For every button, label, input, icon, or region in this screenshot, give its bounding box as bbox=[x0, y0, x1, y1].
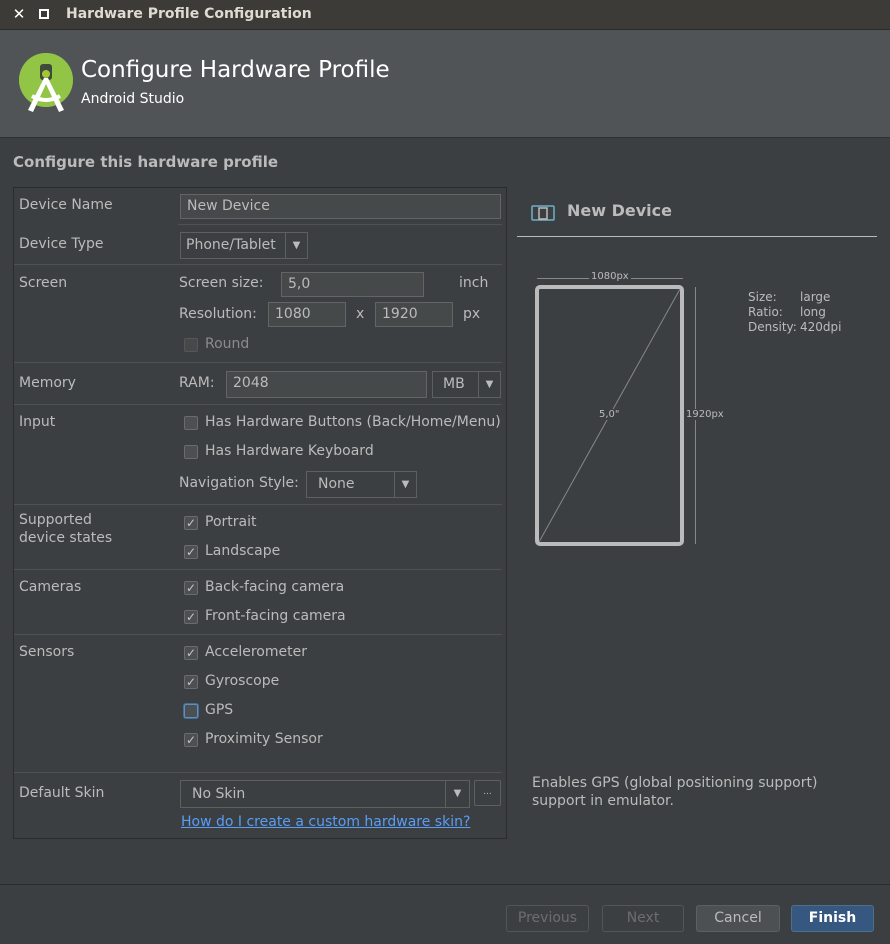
ram-label: RAM: bbox=[179, 375, 215, 391]
finish-button[interactable]: Finish bbox=[791, 905, 874, 932]
cancel-button[interactable]: Cancel bbox=[696, 905, 780, 932]
resolution-separator: x bbox=[356, 306, 365, 322]
default-skin-value: No Skin bbox=[192, 786, 246, 802]
spec-key: Size: bbox=[748, 290, 777, 304]
device-icon bbox=[531, 205, 555, 221]
accelerometer-label: Accelerometer bbox=[205, 644, 307, 660]
previous-button[interactable]: Previous bbox=[506, 905, 589, 932]
divider bbox=[178, 224, 502, 225]
proximity-checkbox[interactable]: ✓ bbox=[184, 733, 198, 747]
ram-unit-value: MB bbox=[443, 376, 465, 392]
maximize-icon[interactable] bbox=[39, 9, 49, 19]
header-title: Configure Hardware Profile bbox=[81, 57, 390, 83]
spec-value: 420dpi bbox=[800, 320, 842, 334]
custom-skin-help-link[interactable]: How do I create a custom hardware skin? bbox=[181, 814, 470, 830]
hw-buttons-checkbox[interactable] bbox=[184, 416, 198, 430]
header-subtitle: Android Studio bbox=[81, 91, 185, 107]
window-title: Hardware Profile Configuration bbox=[66, 6, 312, 22]
hw-buttons-label: Has Hardware Buttons (Back/Home/Menu) bbox=[205, 414, 501, 430]
hw-keyboard-checkbox[interactable] bbox=[184, 445, 198, 459]
spec-value: long bbox=[800, 305, 826, 319]
gps-checkbox[interactable] bbox=[184, 704, 198, 718]
device-name-input[interactable]: New Device bbox=[180, 194, 501, 219]
width-dimension-label: 1080px bbox=[589, 271, 631, 282]
proximity-label: Proximity Sensor bbox=[205, 731, 323, 747]
divider bbox=[14, 362, 502, 363]
divider bbox=[14, 569, 502, 570]
resolution-unit: px bbox=[463, 306, 481, 322]
input-label: Input bbox=[19, 414, 56, 430]
screen-label: Screen bbox=[19, 275, 68, 291]
height-dimension-label: 1920px bbox=[686, 409, 724, 420]
chevron-down-icon: ▼ bbox=[478, 372, 500, 397]
accelerometer-checkbox[interactable]: ✓ bbox=[184, 646, 198, 660]
navigation-style-select[interactable]: None ▼ bbox=[306, 471, 417, 498]
ram-unit-select[interactable]: MB ▼ bbox=[432, 371, 501, 398]
browse-skin-button[interactable]: ... bbox=[474, 780, 501, 806]
default-skin-select[interactable]: No Skin ▼ bbox=[180, 780, 470, 808]
divider bbox=[14, 504, 502, 505]
front-camera-checkbox[interactable]: ✓ bbox=[184, 610, 198, 624]
preview-title: New Device bbox=[567, 201, 672, 220]
portrait-checkbox[interactable]: ✓ bbox=[184, 516, 198, 530]
gps-label: GPS bbox=[205, 702, 234, 718]
gyroscope-label: Gyroscope bbox=[205, 673, 280, 689]
landscape-label: Landscape bbox=[205, 543, 281, 559]
portrait-label: Portrait bbox=[205, 514, 257, 530]
spec-value: large bbox=[800, 290, 831, 304]
title-bar: ✕ Hardware Profile Configuration bbox=[0, 0, 890, 30]
ram-input[interactable]: 2048 bbox=[226, 371, 427, 398]
chevron-down-icon: ▼ bbox=[445, 781, 469, 807]
device-type-label: Device Type bbox=[19, 236, 104, 252]
spec-key: Density: bbox=[748, 320, 797, 334]
divider bbox=[14, 264, 502, 265]
screen-size-label: Screen size: bbox=[179, 275, 264, 291]
next-button[interactable]: Next bbox=[602, 905, 684, 932]
divider bbox=[14, 634, 502, 635]
screen-size-unit: inch bbox=[459, 275, 489, 291]
chevron-down-icon: ▼ bbox=[394, 472, 416, 497]
chevron-down-icon: ▼ bbox=[285, 233, 307, 258]
device-name-label: Device Name bbox=[19, 197, 113, 213]
device-type-value: Phone/Tablet bbox=[186, 237, 276, 253]
preview-divider bbox=[517, 236, 877, 237]
memory-label: Memory bbox=[19, 375, 76, 391]
front-camera-label: Front-facing camera bbox=[205, 608, 346, 624]
header-banner: Configure Hardware Profile Android Studi… bbox=[0, 30, 890, 138]
help-text: Enables GPS (global positioning support)… bbox=[532, 775, 818, 809]
gyroscope-checkbox[interactable]: ✓ bbox=[184, 675, 198, 689]
device-states-label-line2: device states bbox=[19, 530, 113, 546]
round-checkbox[interactable] bbox=[184, 338, 198, 352]
divider bbox=[14, 404, 502, 405]
spec-row-density: Density: 420dpi bbox=[748, 320, 841, 335]
sensors-label: Sensors bbox=[19, 644, 75, 660]
section-title: Configure this hardware profile bbox=[13, 153, 279, 171]
spec-row-ratio: Ratio: long bbox=[748, 305, 841, 320]
cameras-label: Cameras bbox=[19, 579, 82, 595]
navigation-style-value: None bbox=[318, 476, 355, 492]
hw-keyboard-label: Has Hardware Keyboard bbox=[205, 443, 374, 459]
android-studio-logo-icon bbox=[19, 53, 73, 112]
landscape-checkbox[interactable]: ✓ bbox=[184, 545, 198, 559]
spec-key: Ratio: bbox=[748, 305, 783, 319]
spec-row-size: Size: large bbox=[748, 290, 841, 305]
round-checkbox-label: Round bbox=[205, 336, 250, 352]
navigation-style-label: Navigation Style: bbox=[179, 475, 299, 491]
device-states-label-line1: Supported bbox=[19, 512, 92, 528]
resolution-width-input[interactable]: 1080 bbox=[268, 302, 346, 327]
resolution-label: Resolution: bbox=[179, 306, 257, 322]
screen-size-input[interactable]: 5,0 bbox=[281, 272, 424, 297]
back-camera-label: Back-facing camera bbox=[205, 579, 345, 595]
diagonal-label: 5,0" bbox=[598, 409, 621, 420]
back-camera-checkbox[interactable]: ✓ bbox=[184, 581, 198, 595]
device-specs: Size: large Ratio: long Density: 420dpi bbox=[748, 290, 841, 335]
device-type-select[interactable]: Phone/Tablet ▼ bbox=[180, 232, 308, 259]
default-skin-label: Default Skin bbox=[19, 785, 105, 801]
divider bbox=[14, 772, 502, 773]
resolution-height-input[interactable]: 1920 bbox=[375, 302, 453, 327]
footer-divider bbox=[0, 884, 890, 885]
close-icon[interactable]: ✕ bbox=[11, 6, 27, 22]
